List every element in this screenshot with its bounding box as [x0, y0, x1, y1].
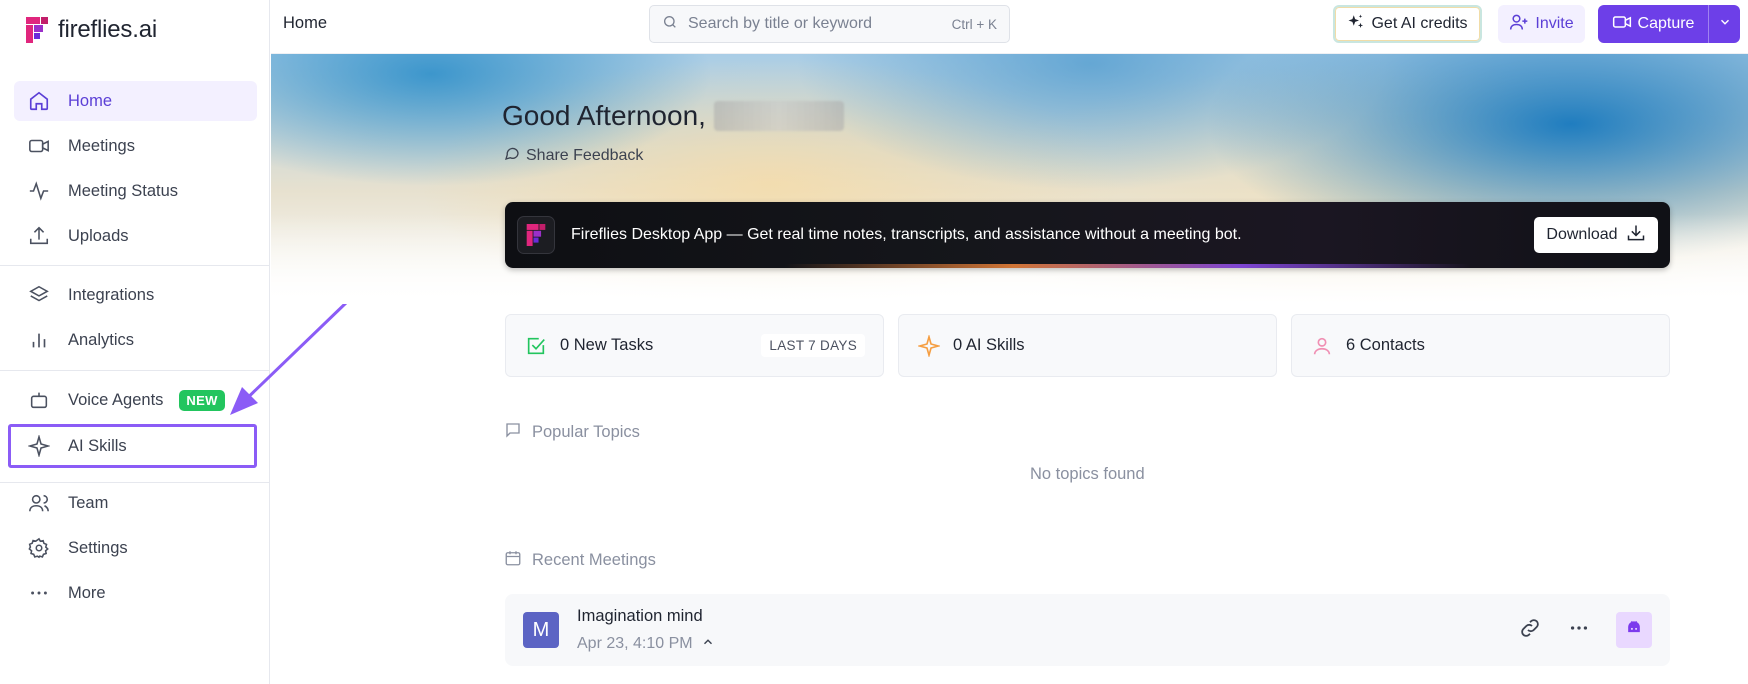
section-title-text: Recent Meetings	[532, 551, 656, 569]
annotation-arrow-icon	[230, 299, 350, 415]
meeting-title[interactable]: Imagination mind	[577, 607, 715, 626]
stat-card-contacts[interactable]: 6 Contacts	[1291, 314, 1670, 377]
upload-icon	[26, 223, 52, 249]
new-badge: NEW	[179, 389, 225, 411]
stat-card-ai-skills[interactable]: 0 AI Skills	[898, 314, 1277, 377]
calendar-icon	[504, 549, 522, 572]
layers-icon	[26, 282, 52, 308]
stat-label: 6 Contacts	[1346, 336, 1425, 354]
user-plus-icon	[1509, 12, 1529, 37]
sidebar-item-settings[interactable]: Settings	[14, 528, 257, 568]
users-icon	[26, 490, 52, 516]
logo[interactable]: fireflies.ai	[26, 16, 157, 44]
greeting-text: Good Afternoon,	[502, 100, 706, 131]
bar-chart-icon	[26, 327, 52, 353]
capture-main[interactable]: Capture	[1598, 5, 1708, 43]
sidebar-item-label: Settings	[68, 538, 128, 557]
share-feedback-link[interactable]: Share Feedback	[504, 145, 643, 166]
sparkle-icon	[917, 334, 941, 358]
search-placeholder: Search by title or keyword	[688, 15, 873, 32]
sidebar-item-label: More	[68, 583, 106, 602]
sidebar-item-label: Analytics	[68, 330, 135, 349]
video-icon	[1612, 12, 1632, 37]
banner-text: Fireflies Desktop App — Get real time no…	[571, 226, 1242, 243]
greeting: Good Afternoon,	[502, 100, 844, 132]
chevron-down-icon	[1718, 15, 1732, 34]
stat-label: 0 New Tasks	[560, 336, 654, 354]
sidebar-item-label: Voice Agents	[68, 390, 164, 409]
breadcrumb[interactable]: Home	[283, 14, 327, 33]
check-square-icon	[524, 334, 548, 358]
download-button[interactable]: Download	[1534, 217, 1658, 253]
invite-label: Invite	[1535, 15, 1574, 32]
stat-label: 0 AI Skills	[953, 336, 1025, 354]
capture-button[interactable]: Capture	[1598, 5, 1740, 43]
sidebar-item-label: Meeting Status	[68, 181, 179, 200]
sidebar-divider	[0, 265, 270, 266]
sidebar-item-more[interactable]: More	[14, 573, 257, 613]
meeting-info: Imagination mind Apr 23, 4:10 PM	[577, 607, 715, 654]
bot-icon	[26, 387, 52, 413]
link-icon[interactable]	[1518, 616, 1542, 645]
meeting-actions	[1518, 612, 1652, 648]
sparkles-icon	[1347, 13, 1365, 36]
activity-icon	[26, 178, 52, 204]
blurred-user-name	[713, 101, 844, 131]
meeting-date-text: Apr 23, 4:10 PM	[577, 635, 693, 652]
user-icon	[1310, 334, 1334, 358]
fireflies-logo-icon	[517, 216, 555, 254]
invite-button[interactable]: Invite	[1498, 5, 1585, 43]
sidebar-item-ai-skills[interactable]: AI Skills	[8, 424, 257, 468]
bot-icon	[1624, 618, 1644, 643]
sidebar-item-label: Team	[68, 493, 109, 512]
desktop-app-banner: Fireflies Desktop App — Get real time no…	[505, 202, 1670, 268]
gear-icon	[26, 535, 52, 561]
download-label: Download	[1546, 226, 1618, 243]
sidebar-item-label: Integrations	[68, 285, 155, 304]
home-icon	[26, 88, 52, 114]
sidebar-item-meetings[interactable]: Meetings	[14, 126, 257, 166]
ellipsis-icon	[26, 580, 52, 606]
search-input[interactable]: Search by title or keyword Ctrl + K	[649, 5, 1010, 43]
sidebar-item-team[interactable]: Team	[14, 483, 257, 523]
stat-card-tasks[interactable]: 0 New Tasks LAST 7 DAYS	[505, 314, 884, 377]
meeting-bot-button[interactable]	[1616, 612, 1652, 648]
sidebar-item-label: Home	[68, 91, 113, 110]
meeting-avatar: M	[523, 612, 559, 648]
search-shortcut: Ctrl + K	[951, 16, 997, 32]
section-title-text: Popular Topics	[532, 423, 640, 441]
chevron-up-icon[interactable]	[701, 635, 715, 654]
get-ai-credits-button[interactable]: Get AI credits	[1333, 5, 1482, 43]
stat-period-tag: LAST 7 DAYS	[761, 334, 865, 357]
sidebar-item-label: AI Skills	[68, 436, 127, 455]
meeting-date: Apr 23, 4:10 PM	[577, 635, 715, 654]
sidebar-item-label: Meetings	[68, 136, 135, 155]
sidebar-item-label: Uploads	[68, 226, 129, 245]
sidebar-item-meeting-status[interactable]: Meeting Status	[14, 171, 257, 211]
sparkle-icon	[26, 433, 52, 459]
video-icon	[26, 133, 52, 159]
capture-dropdown-toggle[interactable]	[1708, 5, 1740, 43]
fireflies-logo-icon	[26, 17, 48, 43]
logo-text: fireflies.ai	[58, 16, 157, 43]
top-bar: Home Search by title or keyword Ctrl + K…	[271, 0, 1748, 54]
recent-meetings-title: Recent Meetings	[504, 549, 656, 572]
capture-label: Capture	[1637, 15, 1695, 32]
no-topics-message: No topics found	[1030, 465, 1145, 483]
feedback-label: Share Feedback	[526, 146, 644, 164]
search-icon	[662, 14, 678, 35]
sidebar-item-home[interactable]: Home	[14, 81, 257, 121]
more-options-icon[interactable]	[1568, 617, 1590, 644]
download-icon	[1626, 223, 1646, 248]
meeting-row[interactable]: M Imagination mind Apr 23, 4:10 PM	[505, 594, 1670, 666]
message-square-icon	[504, 421, 522, 444]
message-circle-icon	[504, 145, 520, 166]
popular-topics-title: Popular Topics	[504, 421, 640, 444]
credits-label: Get AI credits	[1371, 15, 1468, 32]
sidebar-item-uploads[interactable]: Uploads	[14, 216, 257, 256]
